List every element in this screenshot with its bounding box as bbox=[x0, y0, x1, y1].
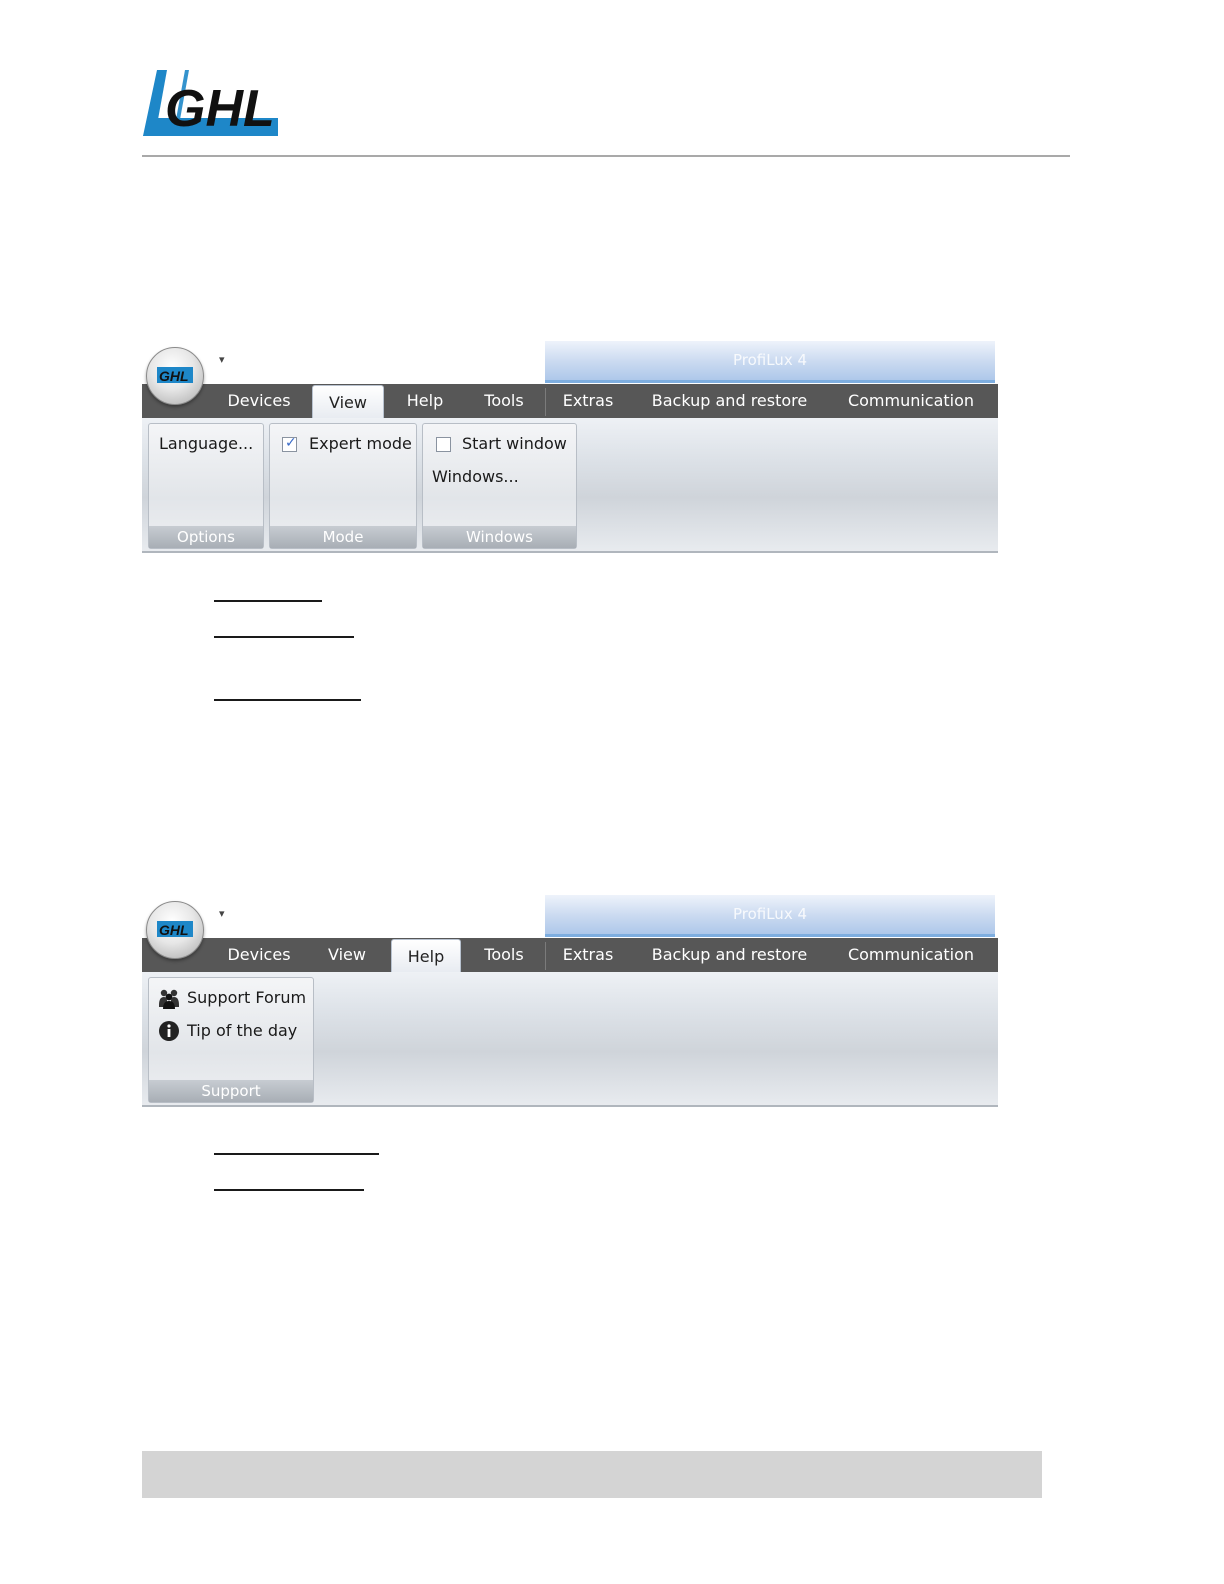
support-forum-button[interactable]: Support Forum bbox=[187, 988, 306, 1007]
checkmark-icon: ✓ bbox=[285, 435, 297, 451]
start-window-label[interactable]: Start window bbox=[462, 434, 567, 453]
tab-devices[interactable]: Devices bbox=[219, 384, 299, 418]
tab-backup-and-restore[interactable]: Backup and restore bbox=[642, 938, 817, 972]
text-underline bbox=[214, 1153, 379, 1155]
expert-mode-checkbox[interactable]: ✓ bbox=[282, 435, 297, 452]
windows-button[interactable]: Windows... bbox=[432, 467, 519, 486]
window-title: ProfiLux 4 bbox=[732, 351, 808, 369]
group-label-windows: Windows bbox=[423, 526, 576, 548]
window-title: ProfiLux 4 bbox=[732, 905, 808, 923]
text-underline bbox=[214, 1189, 364, 1191]
tab-help[interactable]: Help bbox=[392, 384, 458, 418]
group-label-mode: Mode bbox=[270, 526, 416, 548]
ribbon-tab-bar: Devices View Help Tools Extras Backup an… bbox=[142, 384, 998, 421]
ghl-logo: GHL bbox=[143, 70, 278, 136]
group-support: Support Forum Tip of the day Support bbox=[148, 977, 314, 1103]
tab-view[interactable]: View bbox=[312, 385, 384, 421]
tab-tools[interactable]: Tools bbox=[470, 384, 538, 418]
header-rule bbox=[142, 155, 1070, 157]
application-orb-button[interactable]: GHL bbox=[146, 901, 204, 959]
info-icon bbox=[159, 1021, 179, 1041]
tab-communication[interactable]: Communication bbox=[837, 938, 985, 972]
tab-communication[interactable]: Communication bbox=[837, 384, 985, 418]
tab-view[interactable]: View bbox=[312, 938, 382, 972]
text-underline bbox=[214, 636, 354, 638]
tip-of-the-day-button[interactable]: Tip of the day bbox=[187, 1021, 297, 1040]
text-underline bbox=[214, 600, 322, 602]
tab-extras[interactable]: Extras bbox=[552, 384, 624, 418]
ribbon-view-screenshot: ProfiLux 4 GHL ▾ Devices View Help Tools… bbox=[142, 341, 998, 553]
text-underline bbox=[214, 699, 361, 701]
dropdown-arrow-icon[interactable]: ▾ bbox=[219, 354, 225, 365]
tab-devices[interactable]: Devices bbox=[219, 938, 299, 972]
group-options: Language... Options bbox=[148, 423, 264, 549]
tab-separator bbox=[545, 942, 546, 970]
group-label-support: Support bbox=[149, 1080, 313, 1102]
window-title-bar: ProfiLux 4 bbox=[545, 341, 995, 383]
ribbon-panel: Language... Options ✓ Expert mode Mode S… bbox=[142, 418, 998, 553]
start-window-checkbox[interactable] bbox=[436, 437, 451, 452]
ribbon-tab-bar: Devices View Help Tools Extras Backup an… bbox=[142, 938, 998, 975]
svg-text:GHL: GHL bbox=[159, 922, 189, 938]
ghl-orb-logo-icon: GHL bbox=[157, 367, 193, 384]
window-title-bar: ProfiLux 4 bbox=[545, 895, 995, 937]
ribbon-help-screenshot: ProfiLux 4 GHL ▾ Devices View Help Tools… bbox=[142, 895, 998, 1107]
ribbon-panel: Support Forum Tip of the day Support bbox=[142, 972, 998, 1107]
dropdown-arrow-icon[interactable]: ▾ bbox=[219, 908, 225, 919]
svg-text:GHL: GHL bbox=[165, 80, 275, 136]
tab-extras[interactable]: Extras bbox=[552, 938, 624, 972]
group-label-options: Options bbox=[149, 526, 263, 548]
expert-mode-label[interactable]: Expert mode bbox=[309, 434, 412, 453]
people-icon bbox=[159, 989, 179, 1009]
language-button[interactable]: Language... bbox=[159, 434, 253, 453]
tab-separator bbox=[545, 388, 546, 416]
group-mode: ✓ Expert mode Mode bbox=[269, 423, 417, 549]
group-windows: Start window Windows... Windows bbox=[422, 423, 577, 549]
application-orb-button[interactable]: GHL bbox=[146, 347, 204, 405]
tab-help[interactable]: Help bbox=[391, 939, 461, 975]
footer-bar bbox=[142, 1451, 1042, 1498]
tab-tools[interactable]: Tools bbox=[470, 938, 538, 972]
tab-backup-and-restore[interactable]: Backup and restore bbox=[642, 384, 817, 418]
svg-text:GHL: GHL bbox=[159, 368, 189, 384]
ghl-orb-logo-icon: GHL bbox=[157, 921, 193, 938]
